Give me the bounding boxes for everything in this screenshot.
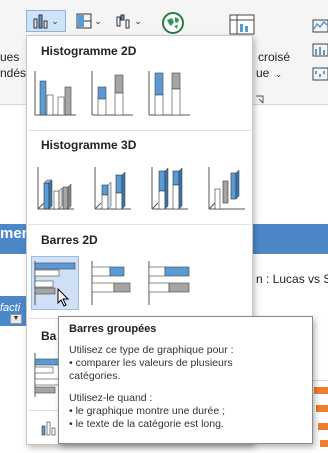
tooltip-title: Barres groupées bbox=[69, 323, 157, 335]
pivot-chart-suffix: ue bbox=[256, 66, 270, 80]
stacked-column-icon bbox=[91, 71, 133, 116]
100-stacked-column-chart[interactable] bbox=[145, 66, 193, 120]
chart-bar-orange bbox=[316, 405, 328, 412]
more-column-charts-button[interactable] bbox=[41, 420, 59, 436]
section-title-3d-column: Histogramme 3D bbox=[41, 138, 137, 152]
insert-column-chart-button[interactable]: ⌄ bbox=[26, 10, 66, 32]
chart-bar-orange bbox=[320, 440, 328, 447]
pivot-chart-label: croisé bbox=[258, 50, 291, 64]
3d-stacked-column-icon bbox=[94, 167, 131, 210]
column-chart-icon bbox=[76, 13, 92, 29]
map-chart-button[interactable] bbox=[160, 10, 186, 36]
tooltip-spacer bbox=[69, 383, 302, 392]
filter-dropdown-icon[interactable]: ▼ bbox=[10, 314, 22, 324]
section-divider bbox=[28, 130, 251, 131]
stacked-bar-chart[interactable] bbox=[88, 256, 136, 310]
insert-hierarchy-chart-button[interactable]: ⌄ bbox=[72, 10, 106, 32]
100-stacked-column-icon bbox=[148, 71, 190, 116]
clustered-column-icon bbox=[34, 71, 76, 116]
sparkline-icon bbox=[312, 19, 328, 81]
filter-cell-text: facti bbox=[0, 302, 21, 314]
clustered-column-chart[interactable] bbox=[31, 66, 79, 120]
section-title-2d-bar: Barres 2D bbox=[41, 233, 98, 247]
sheet-chart-title: n : Lucas vs Se bbox=[256, 272, 328, 286]
pivot-chart-button[interactable] bbox=[228, 14, 258, 36]
dialog-launcher-icon[interactable] bbox=[255, 92, 265, 104]
chart-type-tooltip: Barres groupées Utilisez ce type de grap… bbox=[58, 316, 313, 444]
section-title-2d-column: Histogramme 2D bbox=[41, 44, 137, 58]
tooltip-line: • comparer les valeurs de plusieurs bbox=[69, 357, 233, 369]
ribbon-left-fragment-1: ues bbox=[0, 50, 20, 64]
3d-column-icon bbox=[208, 167, 245, 210]
sheet-header-band-right bbox=[248, 224, 328, 254]
chevron-down-icon: ⌄ bbox=[51, 15, 59, 26]
pivot-chart-dropdown-label[interactable]: ue ⌄ bbox=[256, 66, 282, 80]
3d-clustered-column-icon bbox=[37, 167, 74, 210]
3d-column-chart[interactable] bbox=[202, 160, 250, 214]
100-stacked-bar-icon bbox=[148, 261, 190, 305]
tooltip-line: catégories. bbox=[69, 370, 121, 382]
3d-clustered-column-chart[interactable] bbox=[31, 160, 79, 214]
bar-chart-icon bbox=[33, 14, 48, 29]
clustered-bar-chart[interactable] bbox=[31, 256, 79, 310]
pivot-chart-icon bbox=[229, 14, 255, 35]
chart-bar-orange bbox=[318, 423, 328, 430]
3d-stacked-column-chart[interactable] bbox=[88, 160, 136, 214]
stacked-column-chart[interactable] bbox=[88, 66, 136, 120]
tooltip-line: • le texte de la catégorie est long. bbox=[69, 418, 224, 430]
mouse-cursor-icon bbox=[57, 287, 71, 308]
waterfall-chart-icon bbox=[116, 14, 130, 29]
map-chart-icon bbox=[162, 12, 184, 34]
section-divider bbox=[28, 224, 251, 225]
clustered-bar-icon bbox=[34, 261, 76, 305]
more-charts-icon bbox=[41, 421, 56, 436]
insert-waterfall-chart-button[interactable]: ⌄ bbox=[112, 10, 146, 32]
stacked-bar-icon bbox=[91, 261, 131, 305]
100-stacked-bar-chart[interactable] bbox=[145, 256, 193, 310]
sparklines-group bbox=[312, 14, 328, 104]
tooltip-line: • le graphique montre une durée ; bbox=[69, 405, 226, 417]
chevron-down-icon: ⌄ bbox=[134, 15, 142, 26]
filter-cell[interactable]: facti ▼ bbox=[0, 296, 28, 326]
tooltip-line: Utilisez ce type de graphique pour : bbox=[69, 344, 234, 356]
chevron-down-icon: ⌄ bbox=[94, 15, 102, 26]
ribbon-left-fragment-2: ndés bbox=[0, 66, 27, 80]
chart-bar-orange bbox=[314, 387, 328, 394]
tooltip-line: Utilisez-le quand : bbox=[69, 392, 153, 404]
3d-100-stacked-column-chart[interactable] bbox=[145, 160, 193, 214]
3d-100-stacked-column-icon bbox=[151, 167, 188, 210]
section-title-3d-bar: Ba bbox=[41, 329, 57, 343]
chevron-down-icon: ⌄ bbox=[274, 69, 283, 79]
